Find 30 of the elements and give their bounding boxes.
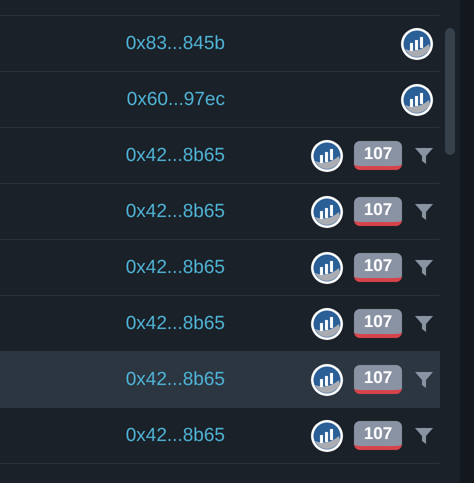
chart-coin-icon bbox=[310, 138, 344, 172]
count-badge: 107 bbox=[354, 309, 402, 338]
chart-coin-icon bbox=[310, 362, 344, 396]
address-link[interactable]: 0x42...8b65 bbox=[0, 200, 225, 222]
filter-icon[interactable] bbox=[414, 202, 434, 222]
filter-icon[interactable] bbox=[414, 370, 434, 390]
table-row[interactable]: 0x42...8b65 107 bbox=[0, 352, 440, 408]
chart-coin-icon bbox=[400, 26, 434, 60]
address-link[interactable]: 0x42...8b65 bbox=[0, 368, 225, 390]
filter-icon[interactable] bbox=[414, 426, 434, 446]
chart-coin-icon bbox=[310, 418, 344, 452]
count-badge: 107 bbox=[354, 421, 402, 450]
filter-icon[interactable] bbox=[414, 314, 434, 334]
address-link[interactable]: 0x42...8b65 bbox=[0, 424, 225, 446]
address-link[interactable]: 0x42...8b65 bbox=[0, 144, 225, 166]
chart-coin-icon bbox=[310, 194, 344, 228]
chart-coin-icon bbox=[310, 306, 344, 340]
address-link[interactable]: 0x42...8b65 bbox=[0, 256, 225, 278]
address-link[interactable]: 0x60...97ec bbox=[0, 88, 225, 110]
address-link[interactable]: 0x42...8b65 bbox=[0, 312, 225, 334]
address-link[interactable]: 0x83...845b bbox=[0, 32, 225, 54]
count-badge: 107 bbox=[354, 141, 402, 170]
count-badge: 107 bbox=[354, 365, 402, 394]
chart-coin-icon bbox=[400, 82, 434, 116]
count-badge: 107 bbox=[354, 197, 402, 226]
filter-icon[interactable] bbox=[414, 258, 434, 278]
count-badge: 107 bbox=[354, 253, 402, 282]
filter-icon[interactable] bbox=[414, 146, 434, 166]
chart-coin-icon bbox=[310, 250, 344, 284]
scrollbar-thumb[interactable] bbox=[445, 28, 455, 155]
